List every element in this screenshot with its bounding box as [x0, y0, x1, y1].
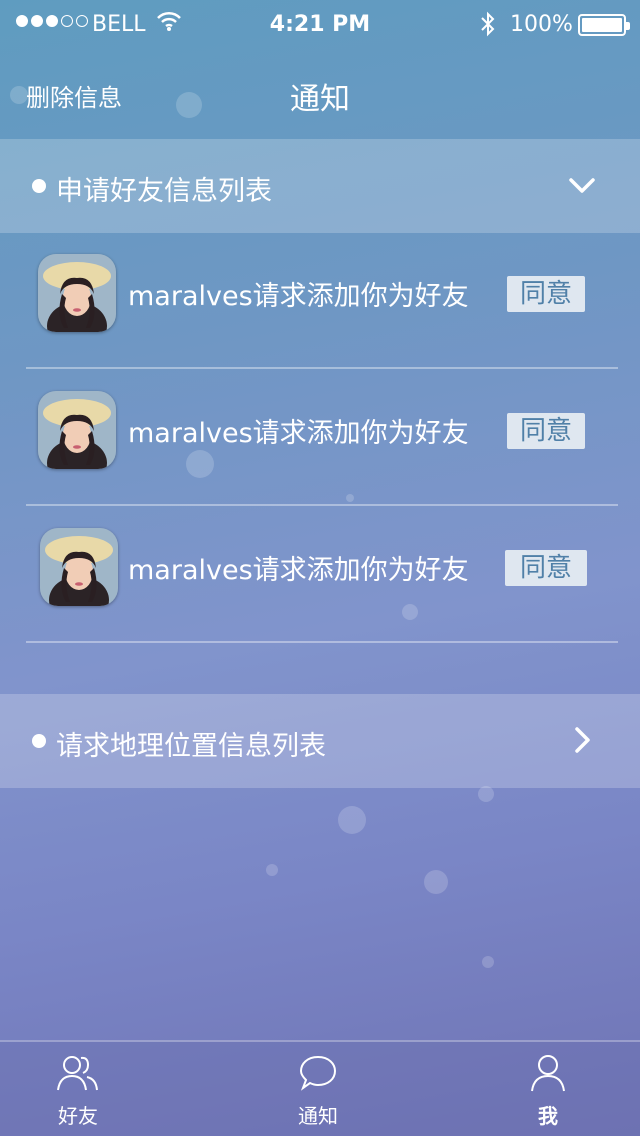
bullet-icon: [32, 734, 46, 748]
tab-label: 好友: [58, 1104, 98, 1128]
friend-request-item: maralves请求添加你为好友 同意: [0, 369, 640, 506]
carrier-name: BELL: [92, 12, 146, 37]
section-title: 请求地理位置信息列表: [56, 731, 326, 762]
person-icon: [498, 1054, 598, 1096]
friend-requests-section-header[interactable]: 申请好友信息列表: [0, 139, 640, 233]
avatar[interactable]: [38, 391, 116, 469]
location-requests-section-header[interactable]: 请求地理位置信息列表: [0, 694, 640, 788]
bluetooth-icon: [480, 10, 496, 44]
friend-request-item: maralves请求添加你为好友 同意: [0, 232, 640, 369]
request-message: maralves请求添加你为好友: [128, 418, 469, 449]
chevron-down-icon: [568, 171, 596, 203]
tab-notifications[interactable]: 通知: [268, 1054, 368, 1129]
battery-icon: [578, 14, 630, 36]
tab-label: 通知: [298, 1104, 338, 1128]
tab-friends[interactable]: 好友: [28, 1054, 128, 1129]
chevron-right-icon: [568, 726, 596, 758]
agree-button[interactable]: 同意: [507, 413, 585, 449]
status-bar: BELL 4:21 PM 100%: [0, 0, 640, 50]
request-message: maralves请求添加你为好友: [128, 555, 469, 586]
avatar[interactable]: [38, 254, 116, 332]
tab-me[interactable]: 我: [498, 1054, 598, 1129]
delete-messages-button[interactable]: 删除信息: [26, 78, 122, 113]
chat-bubble-icon: [268, 1054, 368, 1096]
request-message: maralves请求添加你为好友: [128, 281, 469, 312]
signal-strength-icon: [16, 15, 88, 27]
tab-label: 我: [538, 1104, 558, 1128]
wifi-icon: [156, 10, 182, 38]
navigation-bar: 删除信息 通知: [0, 50, 640, 138]
friends-icon: [28, 1054, 128, 1096]
divider: [26, 641, 618, 643]
agree-button[interactable]: 同意: [505, 550, 587, 586]
section-title: 申请好友信息列表: [56, 176, 272, 207]
avatar[interactable]: [40, 528, 118, 606]
bullet-icon: [32, 179, 46, 193]
tab-bar: 好友 通知 我: [0, 1040, 640, 1136]
friend-request-item: maralves请求添加你为好友 同意: [0, 506, 640, 643]
battery-percentage: 100%: [510, 12, 573, 37]
agree-button[interactable]: 同意: [507, 276, 585, 312]
